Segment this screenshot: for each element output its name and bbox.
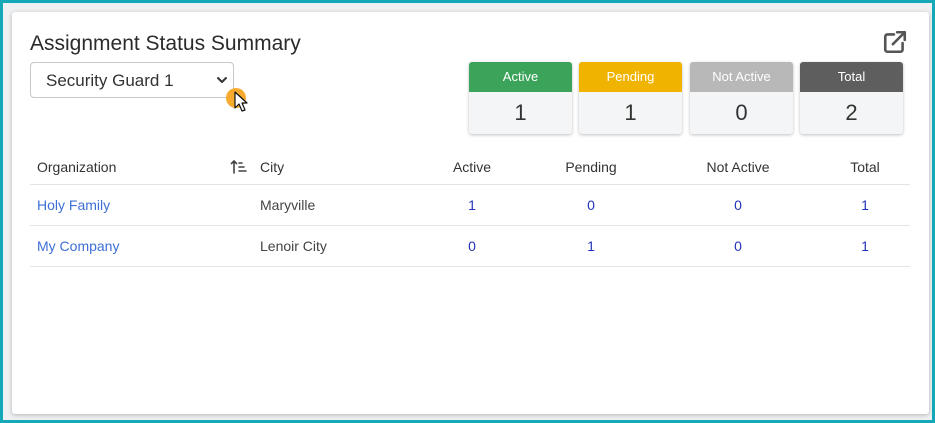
- header-pending[interactable]: Pending: [565, 159, 616, 175]
- not-active-count-link[interactable]: 0: [734, 197, 742, 213]
- stat-active-value: 1: [514, 100, 527, 125]
- employee-select-value: Security Guard 1: [46, 71, 174, 90]
- sort-ascending-icon[interactable]: [230, 158, 248, 176]
- active-count-link[interactable]: 1: [468, 197, 476, 213]
- widget-title: Assignment Status Summary: [30, 32, 301, 55]
- stat-not-active-value: 0: [735, 100, 748, 125]
- organization-link[interactable]: Holy Family: [37, 197, 110, 213]
- header-city[interactable]: City: [260, 159, 284, 175]
- table-header-row: Organization City Active Pending Not Act…: [30, 152, 910, 185]
- table-row: Holy Family Maryville 1 0 0 1: [30, 185, 910, 226]
- stat-total-label: Total: [800, 62, 903, 92]
- stat-total-value: 2: [845, 100, 858, 125]
- summary-card: Assignment Status Summary Security Guard…: [12, 12, 929, 414]
- header-not-active[interactable]: Not Active: [706, 159, 769, 175]
- header-active[interactable]: Active: [453, 159, 491, 175]
- pending-count-link[interactable]: 1: [587, 238, 595, 254]
- total-count-link[interactable]: 1: [861, 238, 869, 254]
- stat-not-active-label: Not Active: [690, 62, 793, 92]
- app-frame: Assignment Status Summary Security Guard…: [0, 0, 935, 423]
- stat-active: Active 1: [469, 62, 572, 134]
- active-count-link[interactable]: 0: [468, 238, 476, 254]
- total-count-link[interactable]: 1: [861, 197, 869, 213]
- table-row: My Company Lenoir City 0 1 0 1: [30, 226, 910, 267]
- external-link-icon[interactable]: [882, 29, 908, 55]
- employee-select[interactable]: Security Guard 1: [30, 62, 234, 98]
- stat-active-label: Active: [469, 62, 572, 92]
- header-organization[interactable]: Organization: [37, 159, 116, 175]
- stat-pending-label: Pending: [579, 62, 682, 92]
- organization-link[interactable]: My Company: [37, 238, 119, 254]
- not-active-count-link[interactable]: 0: [734, 238, 742, 254]
- mouse-pointer-icon: [234, 91, 248, 112]
- pending-count-link[interactable]: 0: [587, 197, 595, 213]
- stat-total: Total 2: [800, 62, 903, 134]
- assignment-table: Organization City Active Pending Not Act…: [30, 152, 910, 267]
- city-cell: Lenoir City: [260, 238, 327, 254]
- stat-pending-value: 1: [624, 100, 637, 125]
- header-total[interactable]: Total: [850, 159, 880, 175]
- stat-pending: Pending 1: [579, 62, 682, 134]
- stat-not-active: Not Active 0: [690, 62, 793, 134]
- city-cell: Maryville: [260, 197, 316, 213]
- chevron-down-icon: [217, 77, 227, 83]
